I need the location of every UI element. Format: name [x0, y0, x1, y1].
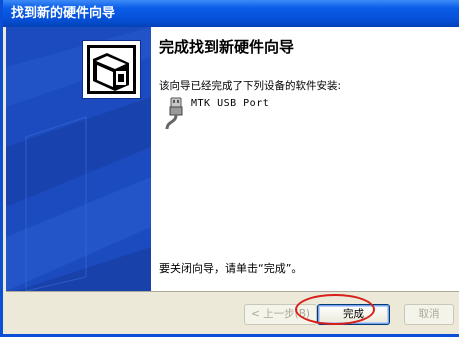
finish-highlight-circle [295, 294, 375, 325]
device-name: MTK USB Port [191, 98, 270, 109]
close-instruction: 要关闭向导，请单击“完成”。 [159, 262, 303, 275]
title-bar[interactable]: 找到新的硬件向导 [3, 0, 459, 27]
button-bar: < 上一步(B) 完成 取消 [6, 291, 459, 334]
wizard-content: 完成找到新硬件向导 该向导已经完成了下列设备的软件安装: MTK USB Por… [151, 27, 459, 291]
wizard-sidebar [6, 27, 151, 291]
cancel-button[interactable]: 取消 [404, 304, 454, 325]
intro-text: 该向导已经完成了下列设备的软件安装: [159, 80, 342, 92]
usb-plug-icon [165, 97, 183, 130]
wizard-window: 找到新的硬件向导 完成找到新硬件向导 该向导已经完成了下列设备的软件安装: MT… [0, 0, 459, 337]
wizard-heading: 完成找到新硬件向导 [159, 38, 295, 56]
window-title: 找到新的硬件向导 [11, 6, 116, 21]
wizard-body: 完成找到新硬件向导 该向导已经完成了下列设备的软件安装: MTK USB Por… [6, 27, 459, 291]
hardware-wizard-icon [82, 40, 141, 99]
